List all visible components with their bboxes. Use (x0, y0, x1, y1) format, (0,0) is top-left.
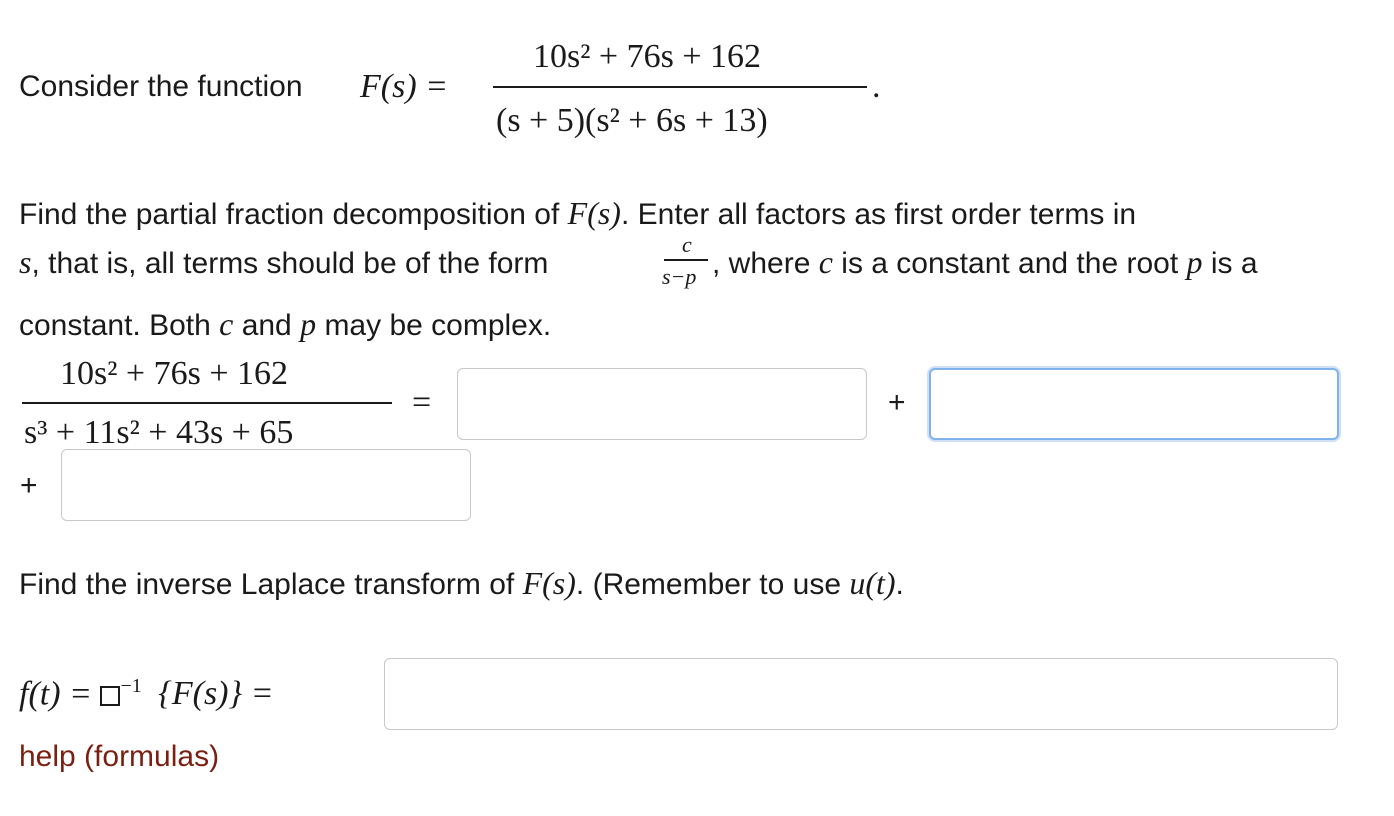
decomp-denominator: s³ + 11s² + 43s + 65 (24, 414, 294, 451)
function-numerator: 10s² + 76s + 162 (533, 38, 762, 75)
instructions-line-2: s, that is, all terms should be of the f… (19, 246, 548, 279)
inverse-laplace-input[interactable] (384, 658, 1338, 730)
instructions-text: is a constant and the root (841, 247, 1179, 280)
help-formulas-link[interactable]: help (formulas) (19, 742, 219, 772)
instructions-text: may be complex. (324, 309, 552, 342)
decomp-numerator: 10s² + 76s + 162 (60, 355, 289, 392)
instructions-text: is a (1210, 247, 1258, 280)
partial-fraction-term-3-input[interactable] (61, 449, 471, 521)
intro-text: Consider the function (19, 70, 303, 103)
variable-s: s (19, 244, 32, 280)
instructions-text: . Enter all factors as first order terms… (620, 198, 1137, 231)
fraction-bar (493, 86, 867, 88)
inverse-lhs-arg: {F(s)} = (158, 675, 274, 713)
form-denominator: s−p (662, 264, 697, 289)
variable-p: p (300, 306, 317, 342)
equals-sign: = (412, 384, 432, 421)
function-denominator: (s + 5)(s² + 6s + 13) (496, 102, 768, 139)
instructions-line-3: constant. Both c and p may be complex. (19, 308, 551, 341)
form-numerator: c (682, 232, 692, 257)
partial-fraction-term-1-input[interactable] (457, 368, 867, 440)
inverse-lhs-fn: f(t) = (19, 675, 92, 713)
instructions-text: and (241, 309, 292, 342)
inverse-lhs: f(t) = −1 {F(s)} = (19, 676, 274, 711)
instructions-line-1: Find the partial fraction decomposition … (19, 197, 1136, 230)
form-fraction-bar (664, 259, 708, 261)
variable-p: p (1186, 244, 1203, 280)
inverse-superscript: −1 (120, 675, 142, 697)
instructions-text: constant. Both (19, 309, 211, 342)
decomp-fraction-bar (22, 402, 392, 404)
inverse-text: . (895, 568, 904, 601)
laplace-operator-icon (100, 686, 121, 707)
instructions-text: , that is, all terms should be of the fo… (31, 247, 549, 280)
plus-sign: + (20, 469, 38, 502)
function-ref: F(s) (522, 565, 576, 601)
inverse-text: . (Remember to use (575, 568, 841, 601)
variable-c: c (219, 306, 234, 342)
function-ref: F(s) (567, 195, 621, 231)
inverse-text: Find the inverse Laplace transform of (19, 568, 515, 601)
inverse-prompt: Find the inverse Laplace transform of F(… (19, 567, 904, 600)
instructions-text: , where (712, 247, 811, 280)
function-label: F(s) = (360, 68, 449, 105)
instructions-line-2b: , where c is a constant and the root p i… (712, 246, 1258, 279)
variable-c: c (818, 244, 833, 280)
unit-step-ref: u(t) (849, 565, 896, 601)
instructions-text: Find the partial fraction decomposition … (19, 198, 560, 231)
partial-fraction-term-2-input[interactable] (929, 368, 1339, 440)
intro-period: . (872, 68, 881, 105)
plus-sign: + (888, 386, 906, 419)
